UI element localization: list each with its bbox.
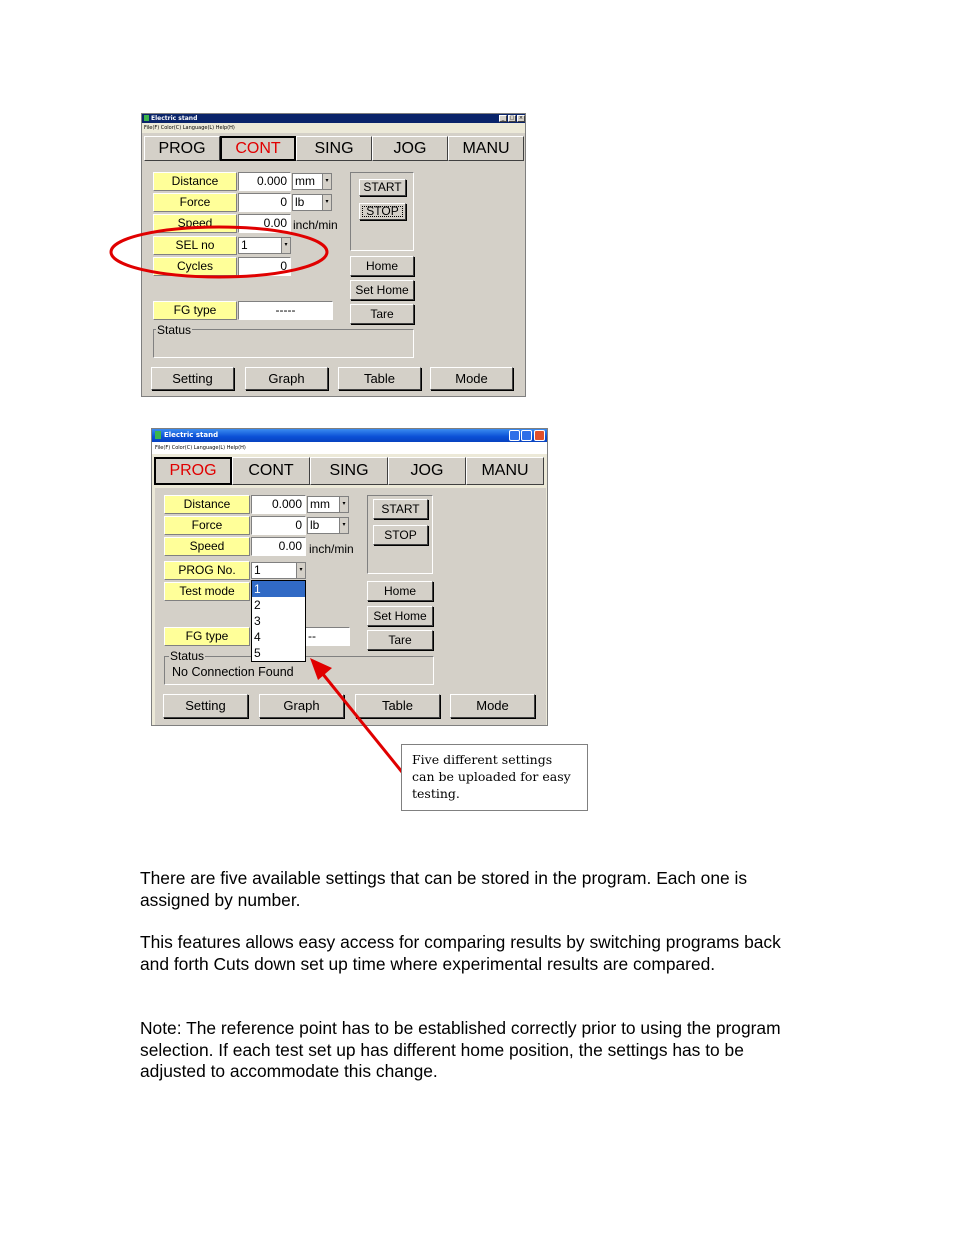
tab-jog[interactable]: JOG: [388, 457, 466, 485]
tab-manu[interactable]: MANU: [466, 457, 544, 485]
menu-bar[interactable]: File(F) Color(C) Language(L) Help(H): [152, 442, 547, 454]
minimize-button[interactable]: [509, 430, 520, 441]
mode-button[interactable]: Mode: [450, 694, 535, 718]
stop-button[interactable]: STOP: [359, 203, 406, 220]
dropdown-arrow-icon: ▾: [322, 174, 331, 189]
prog-no-dropdown-list: 1 2 3 4 5: [251, 580, 306, 662]
fg-type-field: -----: [238, 301, 333, 320]
tab-sing[interactable]: SING: [310, 457, 388, 485]
tare-button[interactable]: Tare: [367, 630, 433, 650]
distance-field[interactable]: 0.000: [251, 495, 306, 514]
window-title: Electric stand: [142, 114, 525, 123]
fg-type-label: FG type: [153, 301, 237, 320]
setting-button[interactable]: Setting: [151, 367, 234, 390]
paragraph-2: This features allows easy access for com…: [140, 932, 781, 974]
start-button[interactable]: START: [373, 499, 428, 519]
distance-unit-select[interactable]: mm ▾: [307, 496, 349, 513]
force-label: Force: [164, 516, 250, 535]
force-unit-value: lb: [295, 195, 305, 209]
annotation-arrow: [310, 658, 404, 773]
dropdown-arrow-icon: ▾: [339, 518, 348, 533]
speed-field[interactable]: 0.00: [251, 537, 306, 556]
distance-field[interactable]: 0.000: [238, 172, 291, 191]
set-home-button[interactable]: Set Home: [350, 280, 414, 300]
dropdown-option[interactable]: 1: [252, 581, 305, 597]
distance-unit-select[interactable]: mm ▾: [292, 173, 332, 190]
force-label: Force: [153, 193, 237, 212]
speed-unit: inch/min: [309, 542, 354, 556]
dropdown-arrow-icon: ▾: [322, 195, 331, 210]
home-button[interactable]: Home: [350, 256, 414, 276]
dropdown-arrow-icon: ▾: [339, 497, 348, 512]
tab-sing[interactable]: SING: [296, 136, 372, 161]
setting-button[interactable]: Setting: [163, 694, 248, 718]
dropdown-option[interactable]: 4: [252, 629, 305, 645]
test-mode-label: Test mode: [164, 582, 250, 601]
set-home-button[interactable]: Set Home: [367, 606, 433, 626]
tab-manu[interactable]: MANU: [448, 136, 524, 161]
distance-label: Distance: [164, 495, 250, 514]
callout-box: Five different settings can be uploaded …: [401, 744, 588, 811]
fg-type-label: FG type: [164, 627, 250, 646]
distance-unit-value: mm: [310, 497, 330, 511]
mode-tabs: PROG CONT SING JOG MANU: [144, 136, 524, 161]
force-unit-value: lb: [310, 518, 320, 532]
prog-no-value: 1: [254, 563, 261, 577]
app-icon: [144, 115, 149, 121]
close-button[interactable]: ×: [517, 115, 525, 122]
status-message: No Connection Found: [172, 665, 294, 679]
status-box: [153, 329, 414, 358]
prog-no-select[interactable]: 1 ▾: [251, 562, 306, 579]
app-icon: [155, 431, 161, 439]
dropdown-option[interactable]: 3: [252, 613, 305, 629]
paragraph-3: Note: The reference point has to be esta…: [140, 1018, 781, 1081]
home-button[interactable]: Home: [367, 581, 433, 601]
force-field[interactable]: 0: [238, 193, 291, 212]
maximize-button[interactable]: □: [508, 115, 516, 122]
close-button[interactable]: [534, 430, 545, 441]
tare-button[interactable]: Tare: [350, 304, 414, 324]
minimize-button[interactable]: _: [499, 115, 507, 122]
tab-jog[interactable]: JOG: [372, 136, 448, 161]
table-button[interactable]: Table: [338, 367, 421, 390]
paragraph-1: There are five available settings that c…: [140, 868, 748, 910]
status-label: Status: [169, 649, 206, 663]
speed-label: Speed: [164, 537, 250, 556]
start-button[interactable]: START: [359, 179, 406, 196]
mode-tabs: PROG CONT SING JOG MANU: [154, 457, 544, 485]
distance-label: Distance: [153, 172, 237, 191]
graph-button[interactable]: Graph: [245, 367, 328, 390]
mode-button[interactable]: Mode: [430, 367, 513, 390]
stop-button[interactable]: STOP: [373, 525, 428, 545]
dropdown-option[interactable]: 5: [252, 645, 305, 661]
window-title: Electric stand: [152, 429, 547, 442]
menu-bar[interactable]: File(F) Color(C) Language(L) Help(H): [142, 123, 525, 133]
maximize-button[interactable]: [521, 430, 532, 441]
tab-prog[interactable]: PROG: [154, 457, 232, 485]
distance-unit-value: mm: [295, 174, 315, 188]
tab-prog[interactable]: PROG: [144, 136, 220, 161]
highlight-ellipse: [109, 225, 329, 279]
tab-cont[interactable]: CONT: [220, 136, 296, 161]
status-label: Status: [156, 323, 193, 337]
dropdown-option[interactable]: 2: [252, 597, 305, 613]
prog-no-label: PROG No.: [164, 561, 250, 580]
force-unit-select[interactable]: lb ▾: [292, 194, 332, 211]
dropdown-arrow-icon: ▾: [296, 563, 305, 578]
force-unit-select[interactable]: lb ▾: [307, 517, 349, 534]
tab-cont[interactable]: CONT: [232, 457, 310, 485]
force-field[interactable]: 0: [251, 516, 306, 535]
